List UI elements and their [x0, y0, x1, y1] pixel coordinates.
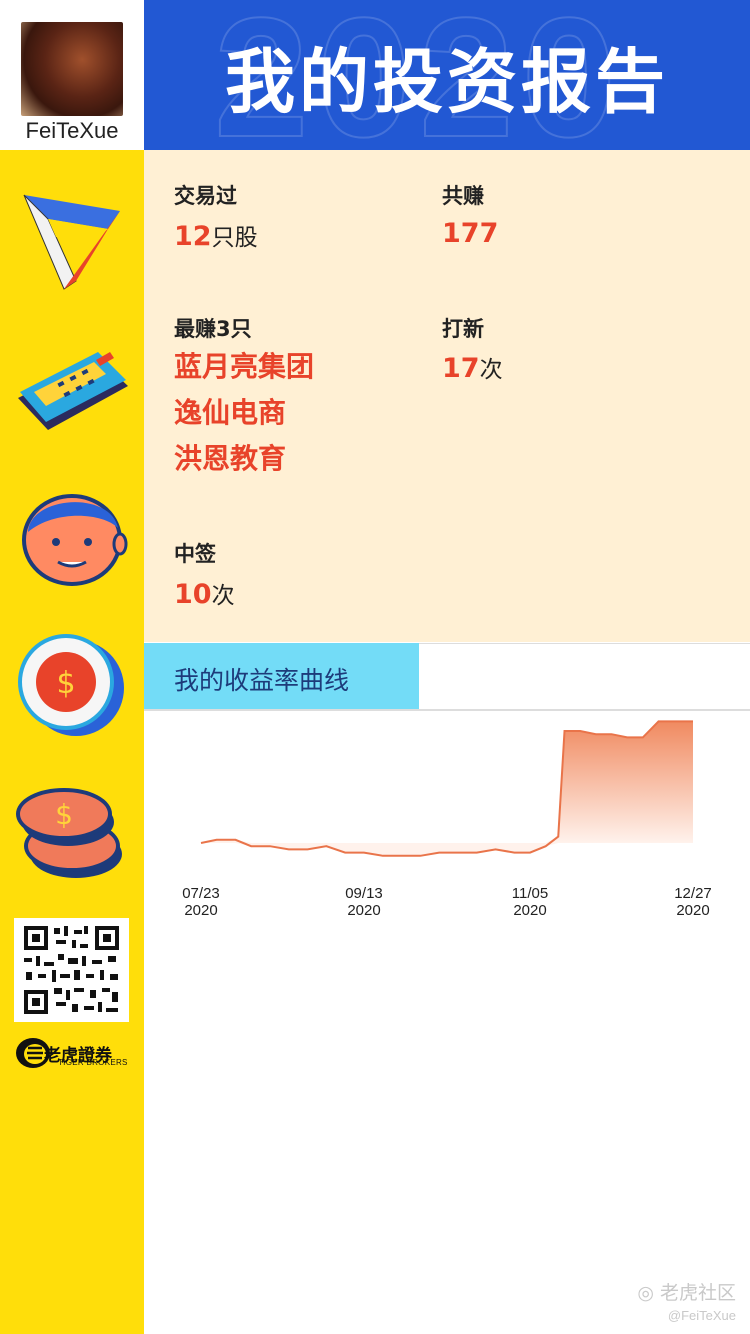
penrose-triangle-icon — [23, 194, 120, 290]
x-tick: 12/27 2020 — [674, 885, 712, 919]
tab-label: 我的收益率曲线 — [174, 666, 350, 695]
ipo-value: 17次 — [442, 353, 503, 384]
face-icon — [22, 494, 128, 586]
watermark: ◎ 老虎社区 — [637, 1282, 736, 1304]
won-label: 中签 — [174, 542, 216, 566]
top3-label: 最赚3只 — [174, 317, 252, 341]
avatar[interactable] — [21, 22, 123, 116]
top3-item: 洪恩教育 — [174, 442, 287, 475]
top3-item: 蓝月亮集团 — [174, 350, 315, 383]
ipo-unit: 次 — [479, 357, 503, 383]
calculator-icon — [18, 352, 128, 430]
ipo-label: 打新 — [442, 317, 484, 341]
svg-text:$: $ — [56, 666, 75, 701]
svg-text:$: $ — [55, 798, 73, 831]
gain-area — [201, 721, 693, 843]
username: FeiTeXue — [25, 118, 119, 143]
top3-item: 逸仙电商 — [174, 396, 287, 429]
earned-label: 共赚 — [442, 184, 484, 208]
dollar-clock-icon: $ — [18, 634, 124, 736]
watermark-handle: @FeiTeXue — [667, 1308, 736, 1323]
traded-label: 交易过 — [174, 184, 237, 208]
qr-code-icon[interactable] — [14, 918, 129, 1022]
page-title: 我的投资报告 — [225, 41, 669, 123]
loss-area — [201, 843, 693, 856]
brand-subtitle: TIGER BROKERS — [58, 1058, 128, 1067]
traded-unit: 只股 — [211, 225, 258, 251]
profile-card[interactable]: FeiTeXue — [0, 0, 144, 150]
x-tick: 11/05 2020 — [511, 885, 549, 919]
x-tick: 09/13 2020 — [345, 885, 383, 919]
stats-panel: 交易过 12只股 共赚 177 最赚3只 蓝月亮集团 逸仙电商 洪恩教育 打新 … — [144, 150, 750, 642]
return-curve-chart — [200, 720, 693, 857]
x-tick: 07/23 2020 — [182, 885, 220, 919]
coins-icon: $ — [16, 788, 122, 878]
won-unit: 次 — [211, 583, 235, 609]
traded-value: 12只股 — [174, 221, 258, 252]
earned-value: 177 — [442, 218, 499, 249]
divider — [419, 643, 750, 644]
tab-return-curve[interactable]: 我的收益率曲线 — [144, 643, 419, 709]
won-value: 10次 — [174, 579, 235, 610]
top3-list: 蓝月亮集团 逸仙电商 洪恩教育 — [174, 344, 314, 482]
report-header: 2020 我的投资报告 — [144, 0, 750, 150]
